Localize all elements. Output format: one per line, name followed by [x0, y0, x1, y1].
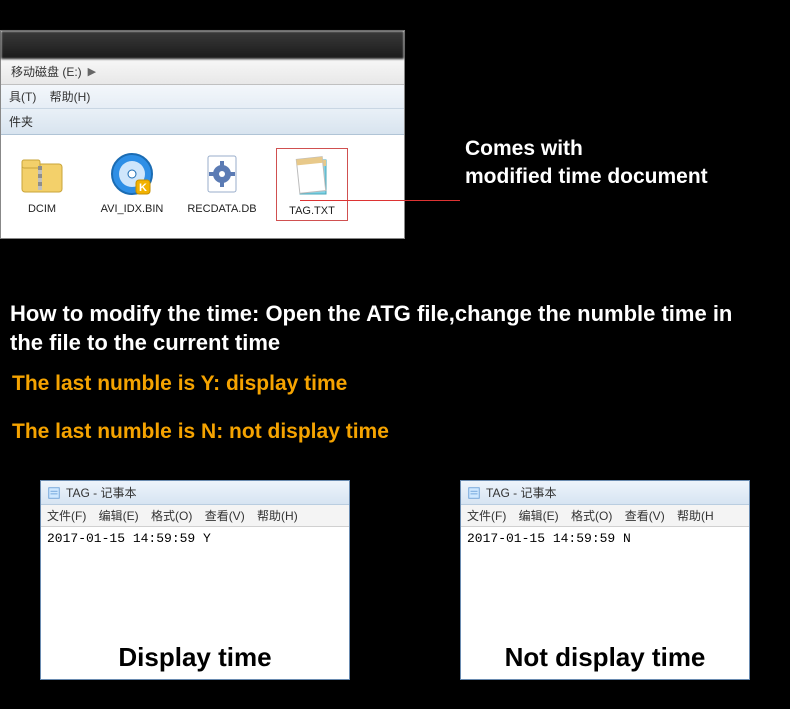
explorer-toolbar: 件夹	[1, 109, 404, 135]
file-item-recdata[interactable]: RECDATA.DB	[187, 149, 257, 220]
settings-file-icon	[197, 149, 247, 199]
notepad-icon	[47, 486, 61, 500]
notepad-window-y: TAG - 记事本 文件(F) 编辑(E) 格式(O) 查看(V) 帮助(H) …	[40, 480, 350, 680]
folder-zip-icon	[17, 149, 67, 199]
file-label: RECDATA.DB	[187, 203, 256, 216]
toolbar-folder-label[interactable]: 件夹	[9, 115, 33, 129]
addressbar-path: 移动磁盘 (E:)	[11, 63, 82, 80]
file-item-tagtxt[interactable]: TAG.TXT	[277, 149, 347, 220]
notepad-caption: Display time	[41, 642, 349, 673]
callout-connector-line	[300, 200, 460, 201]
instruction-main: How to modify the time: Open the ATG fil…	[10, 300, 770, 357]
notepad-menubar: 文件(F) 编辑(E) 格式(O) 查看(V) 帮助(H	[461, 505, 749, 527]
explorer-titlebar	[1, 31, 404, 59]
np-menu-edit[interactable]: 编辑(E)	[99, 509, 139, 523]
notepad-window-n: TAG - 记事本 文件(F) 编辑(E) 格式(O) 查看(V) 帮助(H 2…	[460, 480, 750, 680]
explorer-addressbar[interactable]: 移动磁盘 (E:) ▶	[1, 59, 404, 85]
explorer-menubar: 具(T) 帮助(H)	[1, 85, 404, 109]
notepad-body[interactable]: 2017-01-15 14:59:59 N Not display time	[461, 527, 749, 681]
notepad-icon	[467, 486, 481, 500]
disc-icon: K	[107, 149, 157, 199]
file-label: TAG.TXT	[289, 205, 335, 218]
explorer-content: DCIM K AVI_IDX.BIN RECDATA.DB TAG.TXT	[1, 135, 404, 238]
instruction-rule-y: The last numble is Y: display time	[12, 372, 347, 396]
notepad-caption: Not display time	[461, 642, 749, 673]
np-menu-file[interactable]: 文件(F)	[47, 509, 86, 523]
np-menu-view[interactable]: 查看(V)	[625, 509, 665, 523]
notepad-title-text: TAG - 记事本	[66, 484, 136, 501]
callout-line1: Comes with	[465, 135, 708, 163]
file-label: AVI_IDX.BIN	[101, 203, 164, 216]
notepad-body[interactable]: 2017-01-15 14:59:59 Y Display time	[41, 527, 349, 681]
np-menu-format[interactable]: 格式(O)	[571, 509, 612, 523]
notepad-file-icon	[287, 151, 337, 201]
svg-text:K: K	[139, 182, 147, 194]
np-menu-edit[interactable]: 编辑(E)	[519, 509, 559, 523]
np-menu-help[interactable]: 帮助(H)	[257, 509, 298, 523]
notepad-title-text: TAG - 记事本	[486, 484, 556, 501]
menu-tools[interactable]: 具(T)	[9, 90, 36, 104]
notepad-menubar: 文件(F) 编辑(E) 格式(O) 查看(V) 帮助(H)	[41, 505, 349, 527]
notepad-content: 2017-01-15 14:59:59 Y	[47, 531, 343, 546]
file-item-dcim[interactable]: DCIM	[7, 149, 77, 220]
np-menu-help[interactable]: 帮助(H	[677, 509, 714, 523]
np-menu-view[interactable]: 查看(V)	[205, 509, 245, 523]
file-item-aviidx[interactable]: K AVI_IDX.BIN	[97, 149, 167, 220]
chevron-right-icon: ▶	[88, 65, 96, 78]
explorer-window: 移动磁盘 (E:) ▶ 具(T) 帮助(H) 件夹 DCIM K AVI_IDX…	[0, 30, 405, 239]
callout-text: Comes with modified time document	[465, 135, 708, 192]
menu-help[interactable]: 帮助(H)	[50, 90, 91, 104]
notepad-titlebar: TAG - 记事本	[41, 481, 349, 505]
notepad-content: 2017-01-15 14:59:59 N	[467, 531, 743, 546]
instruction-rule-n: The last numble is N: not display time	[12, 420, 389, 444]
notepad-titlebar: TAG - 记事本	[461, 481, 749, 505]
np-menu-format[interactable]: 格式(O)	[151, 509, 192, 523]
np-menu-file[interactable]: 文件(F)	[467, 509, 506, 523]
file-label: DCIM	[28, 203, 56, 216]
callout-line2: modified time document	[465, 163, 708, 191]
